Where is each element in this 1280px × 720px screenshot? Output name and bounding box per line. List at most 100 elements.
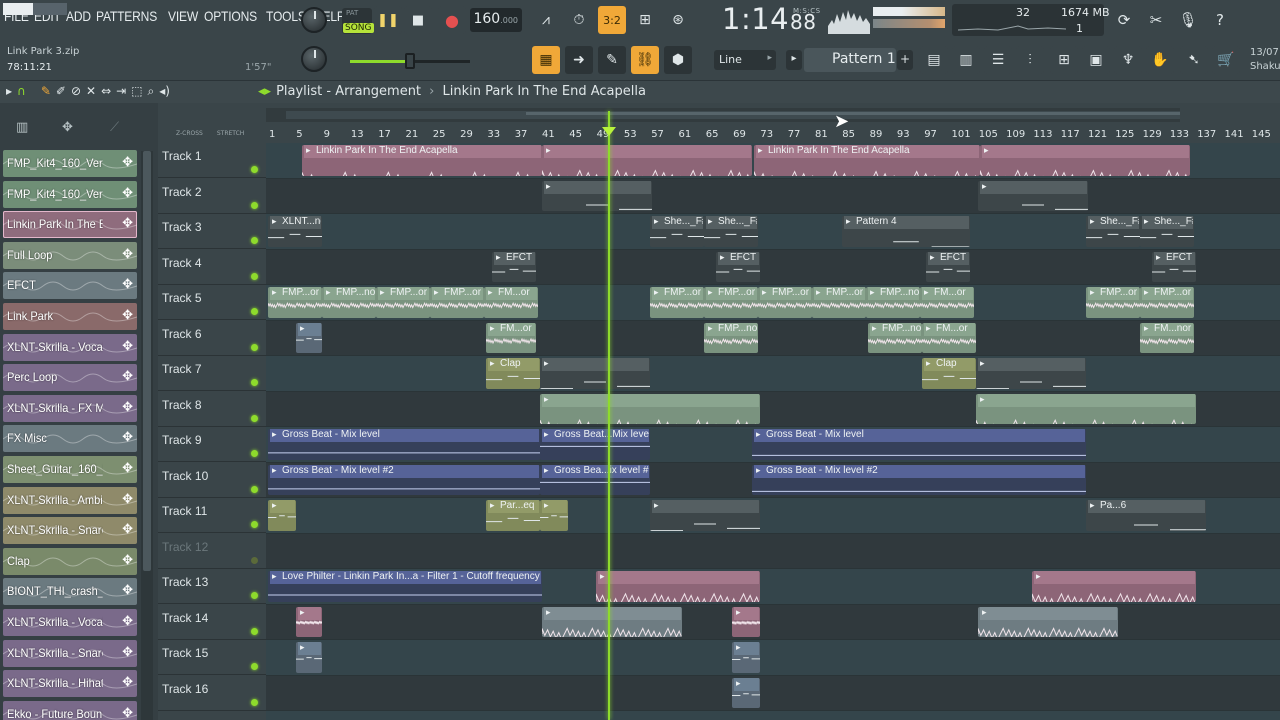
slip-icon[interactable]: ⇔ bbox=[101, 84, 111, 99]
track-header[interactable]: Track 7 bbox=[158, 356, 266, 391]
playlist-clip[interactable]: FM...or bbox=[484, 287, 538, 318]
playlist-clip[interactable]: Gross Beat - Mix level #2 bbox=[752, 464, 1086, 495]
playlist-clip[interactable] bbox=[296, 322, 322, 353]
track-lane[interactable] bbox=[266, 356, 1280, 392]
move-icon[interactable]: ✥ bbox=[122, 706, 133, 720]
magnet-icon[interactable]: ∩ bbox=[17, 84, 26, 99]
select-icon[interactable]: ⬚ bbox=[131, 84, 142, 99]
picker-move-icon[interactable]: ✥ bbox=[62, 120, 73, 135]
picker-item[interactable]: Linkin Park In The En... ✥ bbox=[3, 211, 137, 239]
paint-icon[interactable]: ✐ bbox=[56, 84, 66, 99]
pattern-prev-button[interactable]: ▸ bbox=[786, 50, 802, 70]
track-lane[interactable] bbox=[266, 249, 1280, 285]
move-icon[interactable]: ✥ bbox=[122, 186, 133, 201]
playlist-clip[interactable] bbox=[540, 393, 760, 424]
playlist-clip[interactable]: She..._F# bbox=[704, 216, 758, 247]
playlist-clip[interactable]: Linkin Park In The End Acapella bbox=[302, 145, 542, 176]
touch-controller-button[interactable]: ✋ bbox=[1146, 46, 1174, 74]
playlist-clip[interactable]: Gross Beat - Mix level bbox=[268, 429, 540, 460]
playlist-clip[interactable]: FM...nor bbox=[1140, 322, 1194, 353]
channel-rack-button[interactable]: ☰ bbox=[984, 46, 1012, 74]
picker-item[interactable]: XLNT-Skrilla - Vocal... ✥ bbox=[3, 333, 137, 361]
track-header[interactable]: Track 16 bbox=[158, 675, 266, 711]
track-header[interactable]: Track 8 bbox=[158, 391, 266, 427]
browser-button[interactable]: ▣ bbox=[1082, 46, 1110, 74]
menu-patterns[interactable]: PATTERNS bbox=[96, 8, 157, 24]
pattern-add-button[interactable]: + bbox=[897, 50, 913, 70]
track-mute-led[interactable] bbox=[251, 272, 258, 280]
playlist-clip[interactable]: Par...eq bbox=[486, 500, 540, 531]
picker-item[interactable]: FMP_Kit4_160_Verse... ✥ bbox=[3, 180, 137, 208]
delete-icon[interactable]: ⊘ bbox=[71, 84, 81, 99]
tools-button[interactable]: ✂ bbox=[1142, 6, 1170, 34]
move-icon[interactable]: ✥ bbox=[122, 553, 133, 568]
track-header[interactable]: Track 9 bbox=[158, 427, 266, 462]
track-mute-led[interactable] bbox=[251, 521, 258, 528]
pause-button[interactable]: ❚❚ bbox=[374, 6, 402, 34]
track-header[interactable]: Track 1 bbox=[158, 143, 266, 178]
playlist-clip[interactable] bbox=[978, 606, 1118, 637]
move-icon[interactable]: ✥ bbox=[122, 247, 133, 262]
picker-item[interactable]: XLNT-Skrilla - FX Mis... ✥ bbox=[3, 394, 137, 422]
picker-item[interactable]: Sheet_Guitar_160_F# ✥ bbox=[3, 456, 137, 483]
playlist-clip[interactable]: Gross Beat - Mix level #2 bbox=[268, 464, 540, 495]
picker-item[interactable]: XLNT-Skrilla - Snare... ✥ bbox=[3, 639, 137, 667]
track-lane[interactable] bbox=[266, 640, 1280, 676]
playlist-clip[interactable] bbox=[542, 145, 752, 176]
track-header[interactable]: Track 5 bbox=[158, 285, 266, 320]
playlist-clip[interactable]: Pattern 4 bbox=[842, 216, 970, 247]
playlist-window-button[interactable]: ▤ bbox=[920, 46, 948, 74]
wait-input-button[interactable]: ⏱ bbox=[565, 6, 593, 34]
picker-patterns-icon[interactable]: ▥ bbox=[16, 120, 28, 135]
track-header[interactable]: Track 13 bbox=[158, 569, 266, 604]
move-icon[interactable]: ✥ bbox=[122, 675, 133, 690]
move-icon[interactable]: ✥ bbox=[122, 492, 133, 507]
playlist-clip[interactable]: FMP...or bbox=[430, 287, 484, 318]
playlist-clip[interactable]: FMP...or bbox=[704, 287, 758, 318]
move-icon[interactable]: ✥ bbox=[122, 369, 133, 384]
options-arrow-icon[interactable]: ▸ bbox=[6, 84, 12, 99]
track-lane[interactable] bbox=[266, 604, 1280, 640]
move-icon[interactable]: ✥ bbox=[122, 216, 133, 231]
track-header[interactable]: Track 3 bbox=[158, 214, 266, 249]
playlist-clip[interactable]: FMP...or bbox=[268, 287, 322, 318]
stamp-tool-button[interactable]: ⬢ bbox=[664, 46, 692, 74]
playlist-clip[interactable]: Gross Bea...ix level #2 bbox=[540, 464, 650, 495]
playlist-clip[interactable]: Clap bbox=[922, 358, 976, 389]
track-header[interactable]: Track 15 bbox=[158, 640, 266, 675]
move-icon[interactable]: ✥ bbox=[122, 461, 133, 476]
move-icon[interactable]: ✥ bbox=[122, 430, 133, 445]
online-button[interactable]: ⟳ bbox=[1110, 6, 1138, 34]
playlist-clip[interactable]: FMP...nor bbox=[866, 287, 920, 318]
plugin-picker-button[interactable]: ♆ bbox=[1114, 46, 1142, 74]
picker-item[interactable]: XLNT-Skrilla - Vocal... ✥ bbox=[3, 609, 137, 636]
track-mute-led[interactable] bbox=[251, 201, 258, 209]
playlist-clip[interactable] bbox=[650, 500, 760, 531]
menu-add[interactable]: ADD bbox=[66, 8, 91, 24]
playlist-clip[interactable]: EFCT bbox=[1152, 251, 1196, 282]
zoom-icon[interactable]: ⌕ bbox=[148, 84, 155, 99]
track-mute-led[interactable] bbox=[251, 414, 258, 422]
pat-song-toggle[interactable]: PAT SONG bbox=[342, 8, 374, 34]
typing-keyboard-button[interactable]: ▦ bbox=[532, 46, 560, 74]
playlist-clip[interactable] bbox=[976, 393, 1196, 424]
playlist-clip[interactable]: FMP...or bbox=[650, 287, 704, 318]
track-mute-led[interactable] bbox=[251, 592, 258, 599]
track-header[interactable]: Track 11 bbox=[158, 498, 266, 533]
picker-item[interactable]: Full Loop ✥ bbox=[3, 241, 137, 269]
move-icon[interactable]: ✥ bbox=[122, 614, 133, 629]
snap-select[interactable]: Line bbox=[714, 50, 776, 70]
track-mute-led[interactable] bbox=[251, 237, 258, 244]
playlist-clip[interactable] bbox=[732, 677, 760, 708]
playlist-clip[interactable]: FMP...or bbox=[1140, 287, 1194, 318]
playlist-clip[interactable] bbox=[732, 606, 760, 637]
playlist-clip[interactable]: FMP...nor bbox=[868, 322, 922, 353]
picker-item[interactable]: Clap ✥ bbox=[3, 547, 137, 575]
playlist-clip[interactable]: FMP...or bbox=[376, 287, 430, 318]
countdown-button[interactable]: 3:2 bbox=[598, 6, 626, 34]
picker-scrollbar[interactable] bbox=[141, 151, 153, 720]
help-button[interactable]: ? bbox=[1206, 6, 1234, 34]
playlist-clip[interactable]: Gross Beat...Mix level bbox=[540, 429, 650, 460]
piano-roll-window-button[interactable]: ▥ bbox=[952, 46, 980, 74]
track-lane[interactable] bbox=[266, 675, 1280, 711]
